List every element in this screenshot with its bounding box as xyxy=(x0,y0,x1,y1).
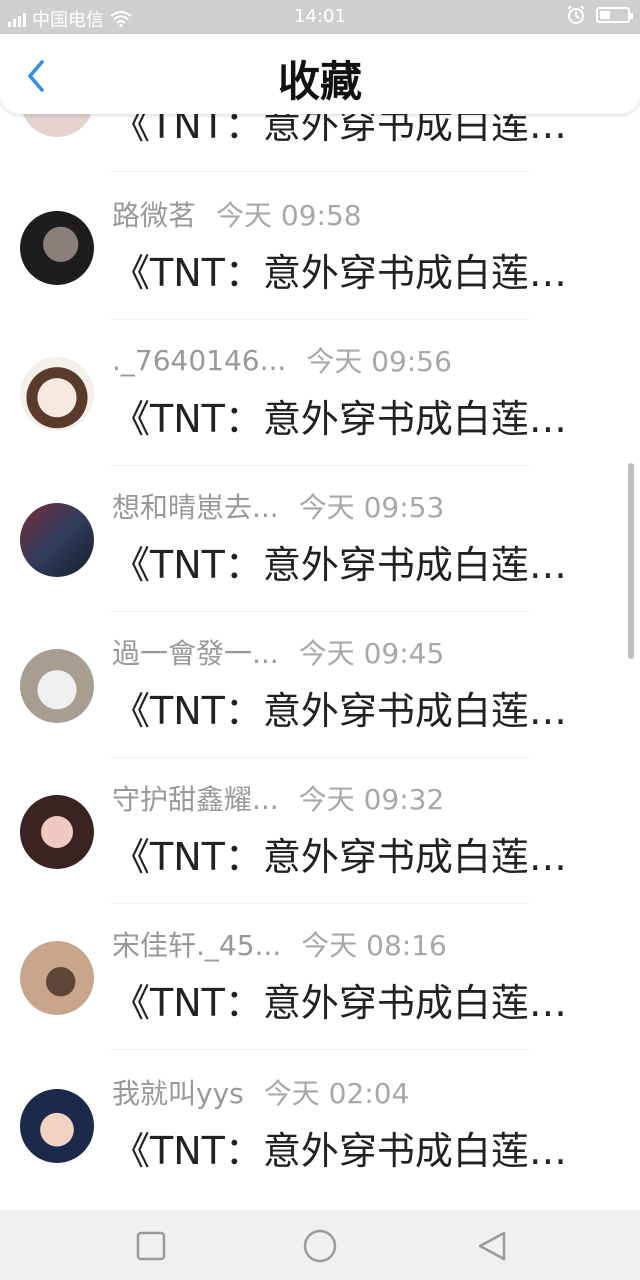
list-item[interactable]: 過一會發一... 今天 09:45 《TNT：意外穿书成白莲女… xyxy=(0,612,640,758)
list-item[interactable]: ._7640146... 今天 09:56 《TNT：意外穿书成白莲女… xyxy=(0,320,640,466)
status-right xyxy=(566,5,633,25)
system-nav-bar xyxy=(0,1210,640,1280)
page-title: 收藏 xyxy=(277,57,362,106)
avatar[interactable] xyxy=(20,211,94,285)
item-meta: 我就叫yys 今天 02:04 xyxy=(112,1072,409,1112)
sender-name: 路微茗 xyxy=(112,199,197,232)
avatar[interactable] xyxy=(20,1089,94,1163)
item-meta: 守护甜鑫耀... 今天 09:32 xyxy=(112,778,444,818)
message-preview: 《TNT：意外穿书成白莲女… xyxy=(112,981,592,1025)
sender-name: 守护甜鑫耀... xyxy=(112,783,279,816)
list-item[interactable]: 想和晴崽去... 今天 09:53 《TNT：意外穿书成白莲女… xyxy=(0,466,640,612)
message-preview: 《TNT：意外穿书成白莲女… xyxy=(112,543,592,587)
sender-name: 想和晴崽去... xyxy=(112,491,279,524)
alarm-icon xyxy=(567,5,585,24)
timestamp: 今天 08:16 xyxy=(301,929,447,962)
message-preview: 《TNT：意外穿书成白莲女… xyxy=(112,689,592,733)
avatar[interactable] xyxy=(20,649,94,723)
battery-icon xyxy=(596,7,633,23)
timestamp: 今天 09:45 xyxy=(298,637,445,670)
list-item[interactable]: 我就叫yys 今天 02:04 《TNT：意外穿书成白莲女… xyxy=(0,1052,640,1198)
sender-name: 我就叫yys xyxy=(112,1077,244,1110)
sender-name: 宋佳轩._45... xyxy=(112,929,282,962)
scrollbar[interactable] xyxy=(628,463,634,659)
list-item[interactable]: 宋佳轩._45... 今天 08:16 《TNT：意外穿书成白莲女… xyxy=(0,904,640,1050)
item-meta: 路微茗 今天 09:58 xyxy=(112,194,362,234)
divider xyxy=(110,1049,530,1050)
timestamp: 今天 09:32 xyxy=(298,783,445,816)
item-meta: 想和晴崽去... 今天 09:53 xyxy=(112,486,444,526)
status-time: 14:01 xyxy=(294,6,346,27)
back-triangle-icon[interactable] xyxy=(474,1228,510,1264)
timestamp: 今天 09:53 xyxy=(298,491,445,524)
favorites-list: 《TNT：意外穿书成白莲女… 路微茗 今天 09:58 《TNT：意外穿书成白莲… xyxy=(0,0,640,1210)
message-preview: 《TNT：意外穿书成白莲女… xyxy=(112,835,592,879)
list-item[interactable]: 守护甜鑫耀... 今天 09:32 《TNT：意外穿书成白莲女… xyxy=(0,758,640,904)
sender-name: 過一會發一... xyxy=(112,637,279,670)
sender-name: ._7640146... xyxy=(112,343,287,377)
divider xyxy=(110,171,530,172)
avatar[interactable] xyxy=(20,357,94,431)
top-header: 收藏 xyxy=(0,34,640,114)
avatar[interactable] xyxy=(20,941,94,1015)
message-preview: 《TNT：意外穿书成白莲女… xyxy=(112,251,592,295)
timestamp: 今天 02:04 xyxy=(263,1077,410,1110)
message-preview: 《TNT：意外穿书成白莲女… xyxy=(112,397,592,441)
list-item[interactable]: 路微茗 今天 09:58 《TNT：意外穿书成白莲女… xyxy=(0,174,640,320)
avatar[interactable] xyxy=(20,795,94,869)
message-preview: 《TNT：意外穿书成白莲女… xyxy=(112,1129,592,1173)
recent-apps-square-icon[interactable] xyxy=(133,1228,169,1264)
timestamp: 今天 09:58 xyxy=(216,199,362,232)
status-bar: 中国电信 14:01 xyxy=(0,0,640,34)
item-meta: 過一會發一... 今天 09:45 xyxy=(112,632,444,672)
item-meta: 宋佳轩._45... 今天 08:16 xyxy=(112,924,447,964)
avatar[interactable] xyxy=(20,503,94,577)
home-circle-icon[interactable] xyxy=(302,1228,338,1264)
item-meta: ._7640146... 今天 09:56 xyxy=(112,340,452,380)
timestamp: 今天 09:56 xyxy=(306,345,452,378)
